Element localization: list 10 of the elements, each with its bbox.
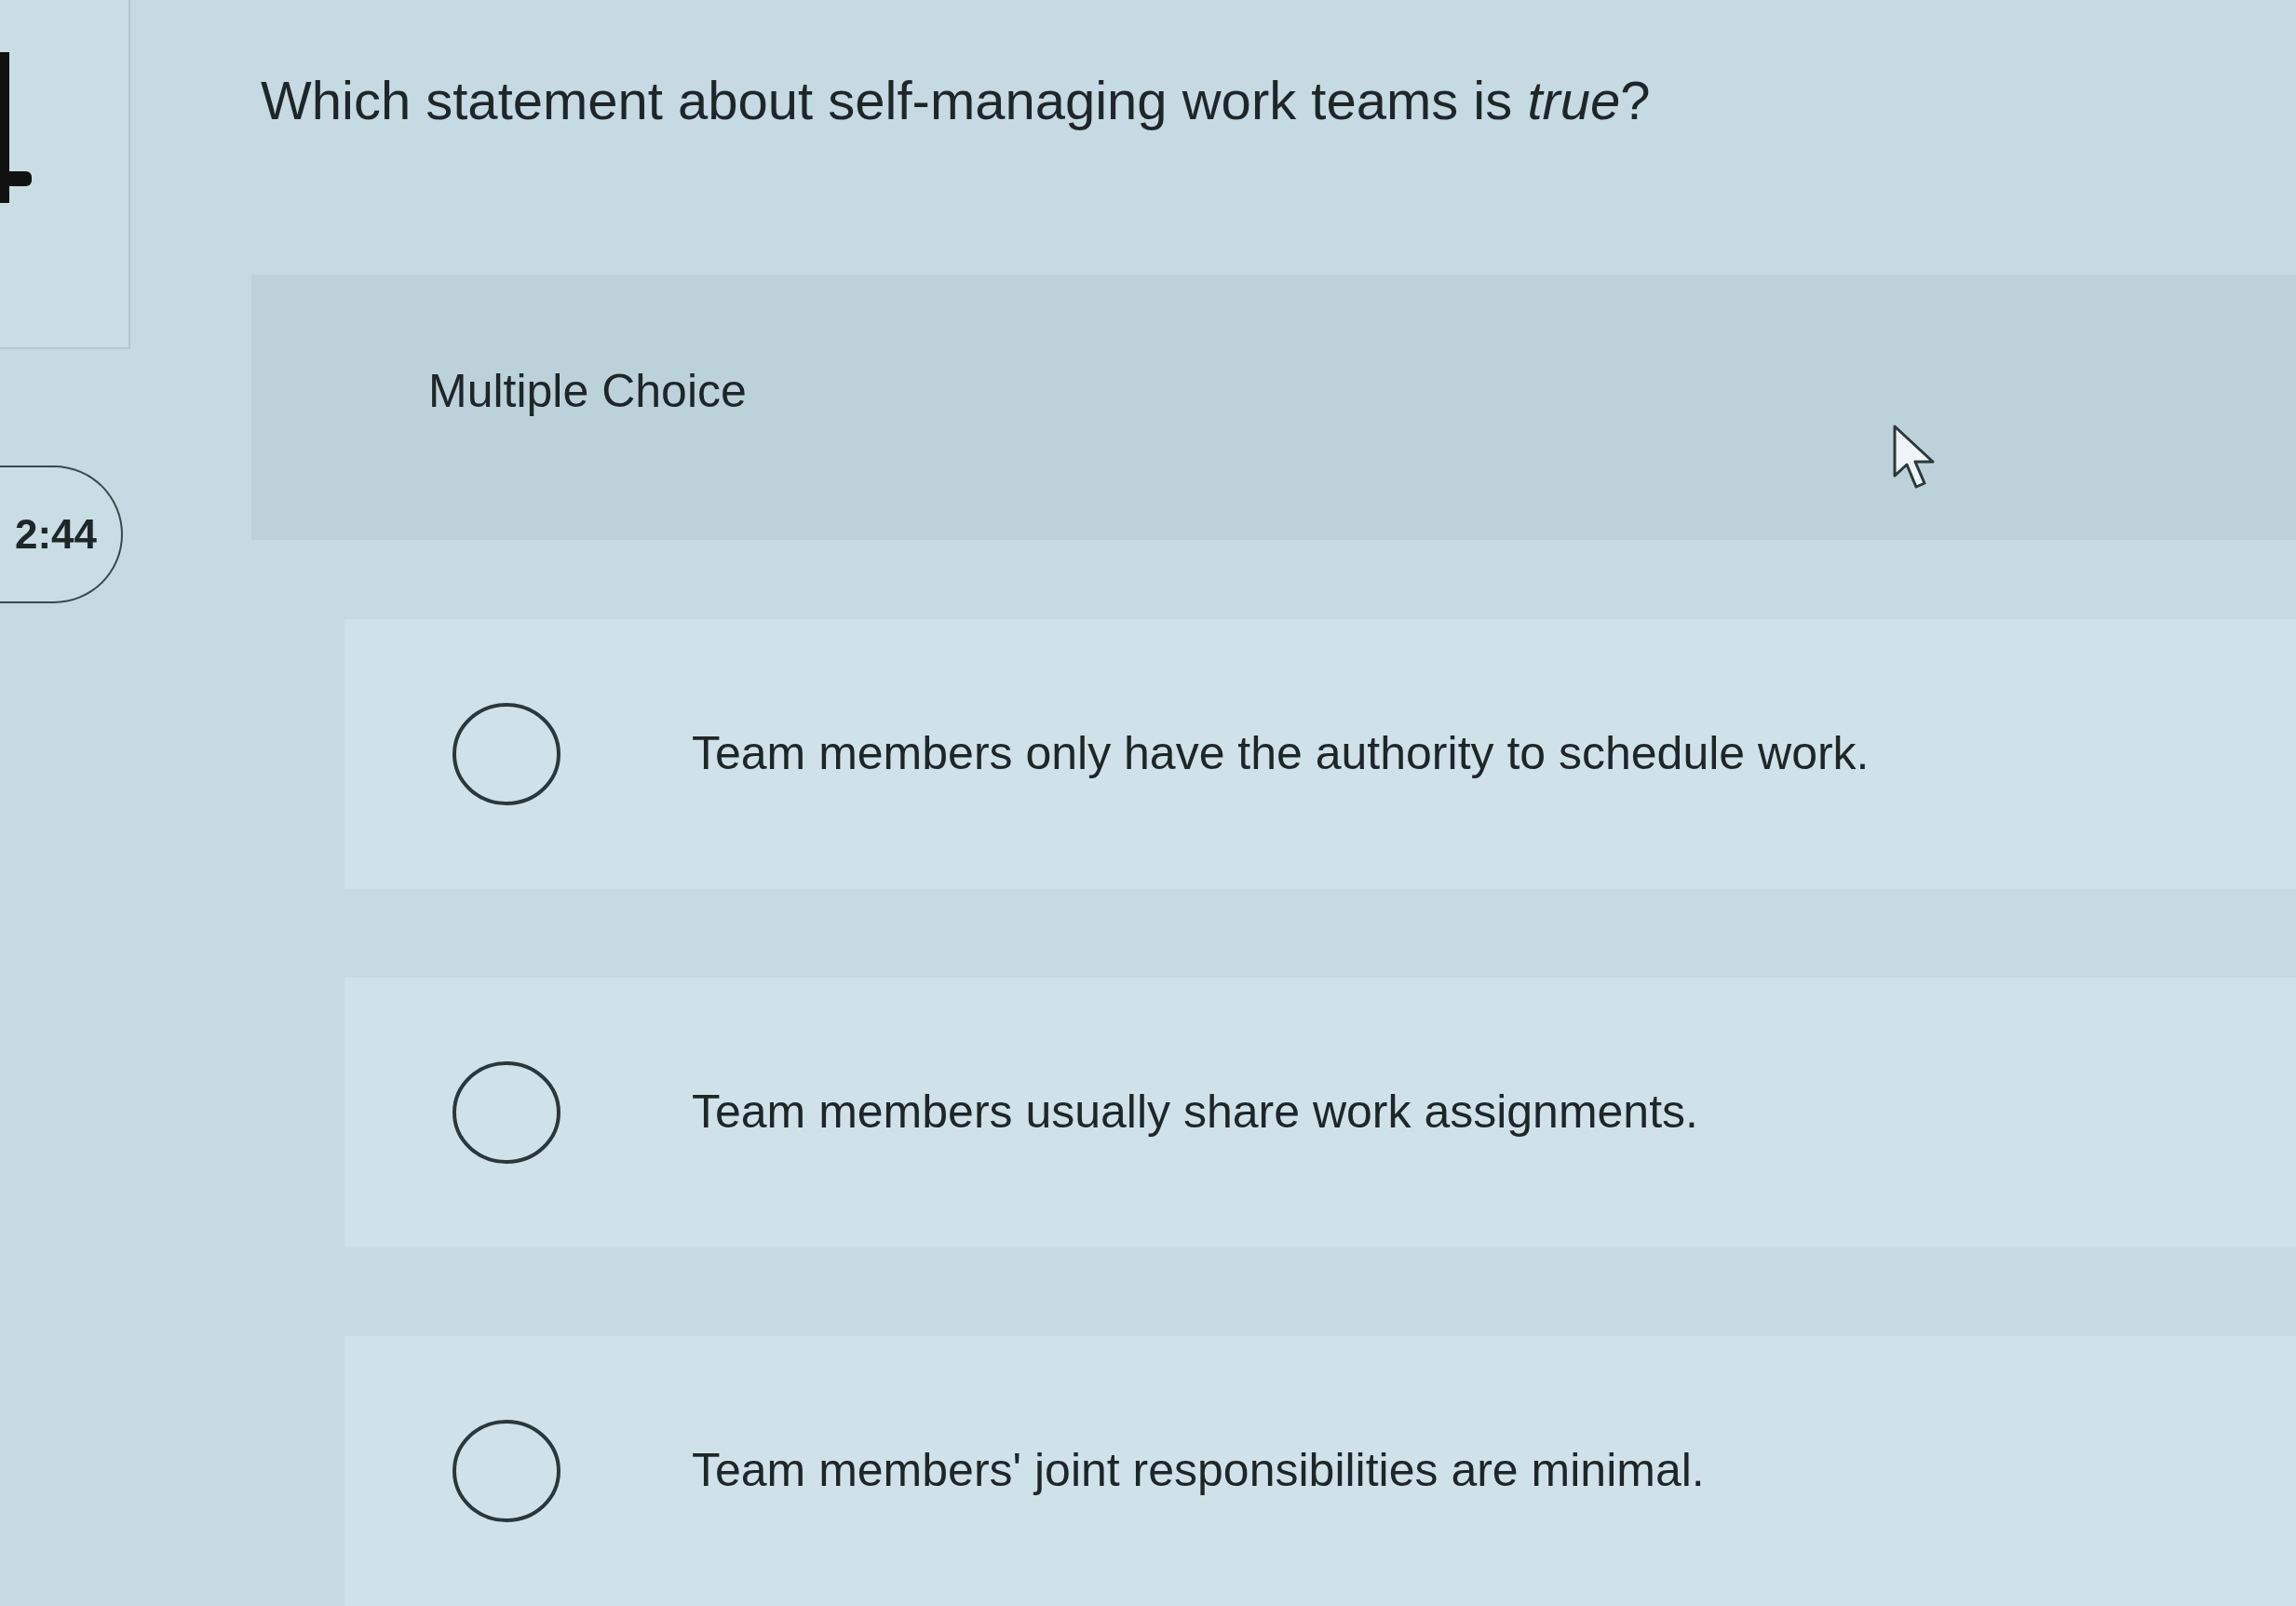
question-text: Which statement about self-managing work teams is true? (261, 69, 1651, 132)
timer-text: 2:44 (14, 514, 97, 555)
question-type-label: Multiple Choice (428, 367, 747, 414)
answer-option[interactable]: Team members' joint responsibilities are minimal. (344, 1335, 2296, 1606)
radio-button[interactable] (452, 701, 561, 806)
answer-option[interactable]: Team members only have the authority to schedule work. (344, 618, 2296, 889)
bracket-icon (0, 52, 32, 203)
radio-button[interactable] (452, 1059, 561, 1165)
answer-option[interactable]: Team members usually share work assignments. (344, 977, 2296, 1248)
radio-button[interactable] (452, 1418, 561, 1523)
